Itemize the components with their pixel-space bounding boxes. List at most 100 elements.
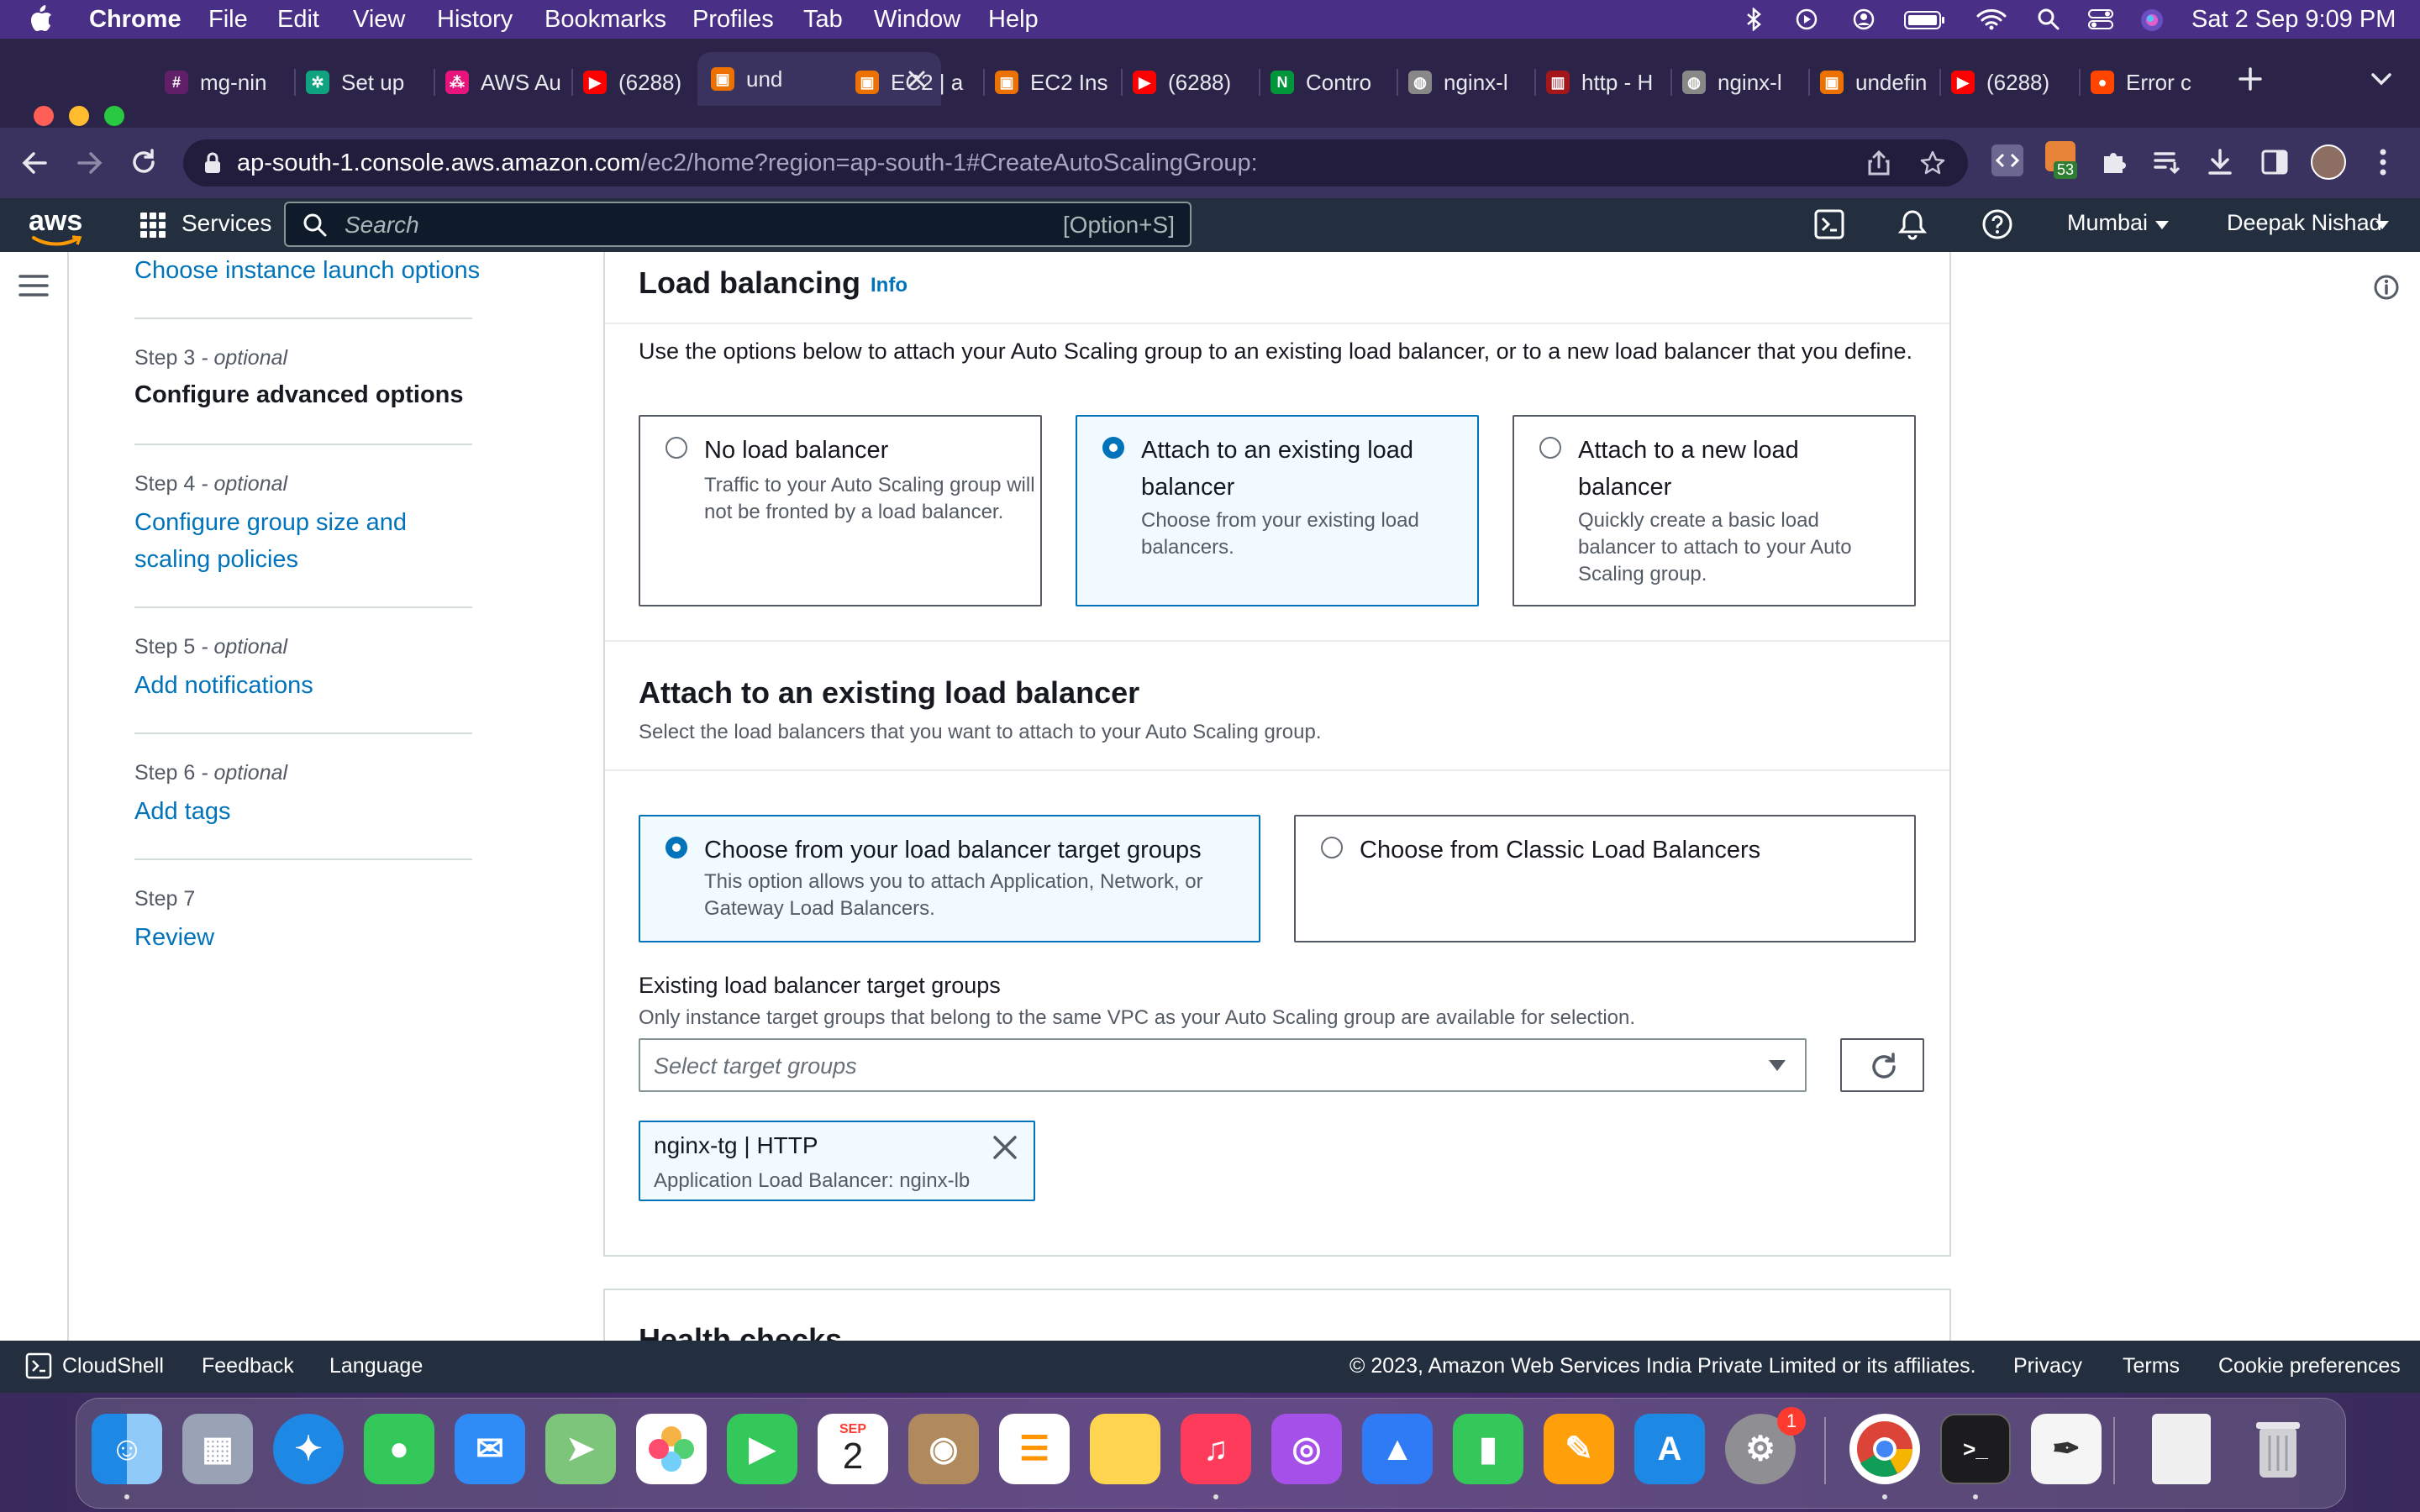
browser-tab[interactable]: ● Error c: [2091, 60, 2217, 104]
services-grid-icon[interactable]: [139, 212, 166, 239]
cloudshell-footer-icon[interactable]: [25, 1352, 52, 1379]
privacy-link[interactable]: Privacy: [2013, 1354, 2082, 1378]
devtools-extension-icon[interactable]: [1991, 144, 2023, 176]
menu-view[interactable]: View: [353, 6, 405, 34]
cloudshell-icon[interactable]: [1813, 208, 1845, 240]
share-icon[interactable]: [1867, 150, 1891, 176]
region-selector[interactable]: Mumbai: [2067, 210, 2148, 236]
menu-file[interactable]: File: [208, 6, 248, 34]
maps-icon[interactable]: ➤: [545, 1414, 616, 1484]
podcasts-icon[interactable]: ◎: [1271, 1414, 1342, 1484]
browser-tab[interactable]: # mg-nin: [165, 60, 291, 104]
siri-icon[interactable]: [2139, 8, 2165, 33]
facetime-icon[interactable]: ▶: [727, 1414, 797, 1484]
reminders-icon[interactable]: ☰: [999, 1414, 1070, 1484]
window-minimize-button[interactable]: [69, 106, 89, 126]
address-bar[interactable]: ap-south-1.console.aws.amazon.com/ec2/ho…: [183, 139, 1968, 186]
window-close-button[interactable]: [34, 106, 54, 126]
browser-tab[interactable]: ▣ EC2 Ins: [995, 60, 1121, 104]
browser-tab[interactable]: N Contro: [1270, 60, 1397, 104]
menu-tab[interactable]: Tab: [803, 6, 843, 34]
hamburger-menu-icon[interactable]: [18, 274, 49, 297]
option-attach-existing[interactable]: Attach to an existing load balancer Choo…: [1076, 415, 1479, 606]
bookmark-star-icon[interactable]: [1919, 150, 1946, 176]
cookie-preferences-link[interactable]: Cookie preferences: [2218, 1354, 2401, 1378]
notes-icon[interactable]: [1090, 1414, 1160, 1484]
feedback-link[interactable]: Feedback: [202, 1354, 294, 1378]
browser-tab[interactable]: ⁂ AWS Au: [445, 60, 571, 104]
control-center-icon[interactable]: [2087, 8, 2114, 31]
app-store-icon[interactable]: A: [1634, 1414, 1705, 1484]
window-zoom-button[interactable]: [104, 106, 124, 126]
account-menu[interactable]: Deepak Nishad: [2227, 210, 2382, 236]
photos-icon[interactable]: [636, 1414, 707, 1484]
option-attach-new[interactable]: Attach to a new load balancer Quickly cr…: [1512, 415, 1916, 606]
option-classic-load-balancers[interactable]: Choose from Classic Load Balancers: [1294, 815, 1916, 942]
language-link[interactable]: Language: [329, 1354, 423, 1378]
extensions-puzzle-icon[interactable]: [2099, 148, 2128, 176]
contacts-icon[interactable]: ◉: [908, 1414, 979, 1484]
help-icon[interactable]: [1981, 208, 2013, 240]
refresh-button[interactable]: [1840, 1038, 1924, 1092]
browser-tab[interactable]: ▶ (6288): [583, 60, 701, 104]
radio-target-groups[interactable]: [666, 837, 687, 858]
music-icon[interactable]: ♫: [1181, 1414, 1251, 1484]
apple-menu-icon[interactable]: [29, 4, 54, 33]
menu-help[interactable]: Help: [988, 6, 1039, 34]
download-icon[interactable]: [2207, 148, 2233, 176]
new-tab-icon[interactable]: [2235, 64, 2265, 94]
terminal-icon[interactable]: >_: [1940, 1414, 2011, 1484]
browser-tab[interactable]: ◍ nginx-l: [1408, 60, 1534, 104]
side-panel-icon[interactable]: [2260, 148, 2289, 176]
tab-search-chevron-icon[interactable]: [2370, 71, 2393, 87]
step5-link[interactable]: Add notifications: [134, 667, 437, 704]
keynote-icon[interactable]: ▲: [1362, 1414, 1433, 1484]
step2-link[interactable]: Choose instance launch options: [134, 252, 487, 289]
target-groups-select[interactable]: Select target groups: [639, 1038, 1807, 1092]
step4-link[interactable]: Configure group size and scaling policie…: [134, 504, 437, 578]
step6-link[interactable]: Add tags: [134, 793, 437, 830]
messages-icon[interactable]: ●: [364, 1414, 434, 1484]
screen-record-icon[interactable]: [1795, 8, 1818, 31]
app-menu-chrome[interactable]: Chrome: [89, 6, 182, 34]
menu-profiles[interactable]: Profiles: [692, 6, 774, 34]
bluetooth-icon[interactable]: [1744, 8, 1763, 31]
forward-icon[interactable]: [76, 150, 104, 176]
terms-link[interactable]: Terms: [2123, 1354, 2180, 1378]
chrome-icon[interactable]: [1849, 1414, 1920, 1484]
radio-attach-existing[interactable]: [1102, 437, 1124, 459]
info-link[interactable]: Info: [871, 274, 908, 297]
radio-attach-new[interactable]: [1539, 437, 1561, 459]
menu-bar-clock[interactable]: Sat 2 Sep 9:09 PM: [2191, 6, 2396, 34]
mail-icon[interactable]: ✉: [455, 1414, 525, 1484]
wifi-icon[interactable]: [1976, 8, 2007, 31]
menu-history[interactable]: History: [437, 6, 513, 34]
calendar-icon[interactable]: SEP 2: [818, 1414, 888, 1484]
document-icon[interactable]: [2152, 1414, 2211, 1484]
trash-icon[interactable]: [2243, 1414, 2313, 1484]
notifications-bell-icon[interactable]: [1897, 208, 1928, 240]
browser-tab[interactable]: ▶ (6288): [1951, 60, 2077, 104]
info-panel-icon[interactable]: [2373, 274, 2400, 301]
launchpad-icon[interactable]: ▦: [182, 1414, 253, 1484]
back-icon[interactable]: [20, 150, 49, 176]
browser-tab[interactable]: ◍ nginx-l: [1682, 60, 1808, 104]
reading-list-icon[interactable]: [2153, 150, 2181, 175]
browser-tab[interactable]: ▥ http - H: [1546, 60, 1672, 104]
radio-no-load-balancer[interactable]: [666, 437, 687, 459]
menu-edit[interactable]: Edit: [277, 6, 319, 34]
browser-tab[interactable]: ▣ undefin: [1820, 60, 1938, 104]
browser-tab[interactable]: ▣ EC2 | a: [855, 60, 981, 104]
pages-icon[interactable]: ✎: [1544, 1414, 1614, 1484]
safari-icon[interactable]: ✦: [273, 1414, 344, 1484]
battery-icon[interactable]: [1904, 10, 1946, 30]
profile-avatar[interactable]: [2311, 144, 2346, 180]
menu-window[interactable]: Window: [874, 6, 960, 34]
cloudshell-link[interactable]: CloudShell: [62, 1354, 164, 1378]
browser-tab[interactable]: ✲ Set up: [306, 60, 432, 104]
remove-token-close-icon[interactable]: [992, 1134, 1018, 1161]
step7-link[interactable]: Review: [134, 919, 437, 956]
reload-icon[interactable]: [129, 148, 158, 176]
services-menu[interactable]: Services: [182, 210, 271, 237]
lock-icon[interactable]: [203, 151, 222, 175]
